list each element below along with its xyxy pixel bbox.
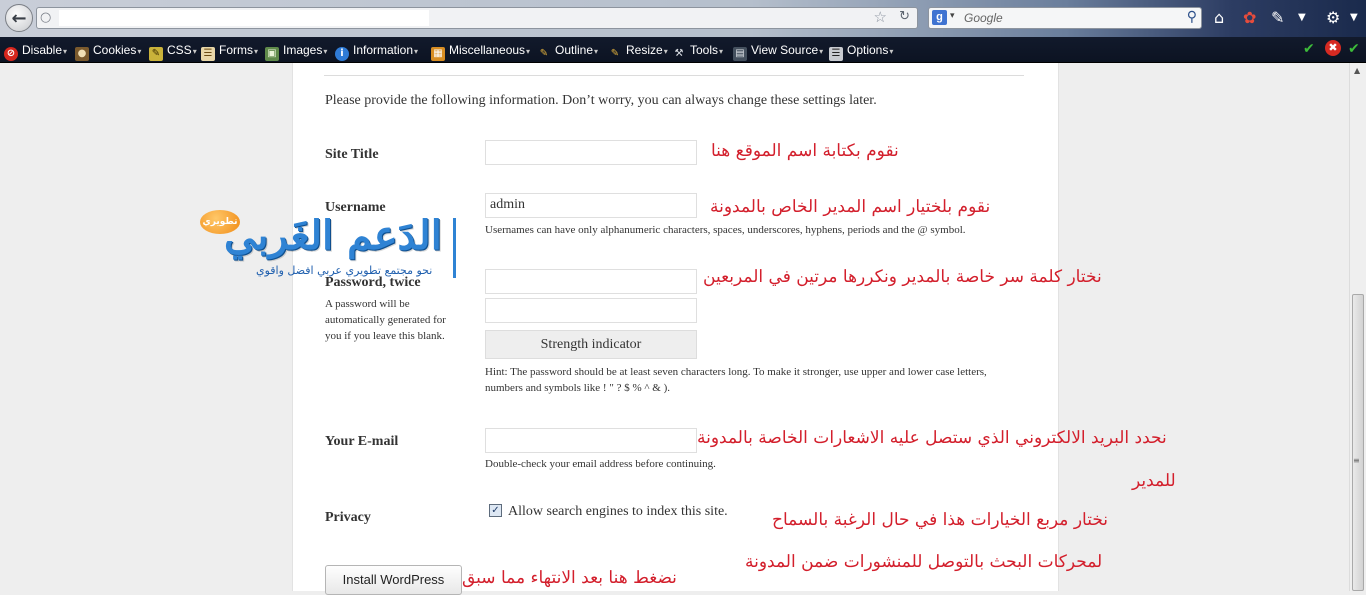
- annotation-install: نضغط هنا بعد الانتهاء مما سبق: [462, 568, 677, 588]
- scroll-up-icon[interactable]: ▲: [1354, 66, 1360, 75]
- toolbar-item-label: Information: [353, 43, 414, 57]
- email-input[interactable]: [485, 428, 697, 453]
- cookies-icon: ●: [75, 47, 89, 61]
- site-title-input[interactable]: [485, 140, 697, 165]
- toolbar-item-disable[interactable]: ⊘ Disable▾: [4, 42, 67, 61]
- toolbar-item-label: View Source: [751, 43, 819, 57]
- valid-icon[interactable]: ✔: [1348, 41, 1360, 57]
- reload-icon[interactable]: ↻: [899, 9, 910, 24]
- annotation-privacy: نختار مربع الخيارات هذا في حال الرغبة با…: [772, 510, 1109, 530]
- toolbar-item-information[interactable]: i Information▾: [335, 42, 418, 61]
- toolbar-item-label: CSS: [167, 43, 192, 57]
- view-source-icon: ▤: [733, 47, 747, 61]
- toolbar-item-resize[interactable]: ✎ Resize▾: [608, 42, 668, 59]
- intro-text: Please provide the following information…: [325, 93, 877, 108]
- search-bar[interactable]: g ▾ Google ⚲: [928, 7, 1202, 29]
- no-entry-icon: ⊘: [4, 47, 18, 61]
- css-icon: ✎: [149, 47, 163, 61]
- browser-navigation-bar: ← ○ ☆ ↻ g ▾ Google ⚲ ⌂ ✿ ✎ ▼ ⚙ ▼: [0, 0, 1366, 37]
- toolbar-item-label: Outline: [555, 43, 594, 57]
- toolbar-item-forms[interactable]: ☰ Forms▾: [201, 42, 258, 61]
- privacy-checkbox-label[interactable]: Allow search engines to index this site.: [508, 504, 728, 520]
- information-icon: i: [335, 47, 349, 61]
- outline-icon: ✎: [539, 48, 549, 59]
- toolbar-item-tools[interactable]: ⚒ Tools▾: [672, 42, 724, 59]
- logo-tagline: نحو مجتمع تطويري عربي افضل واقوي: [256, 264, 433, 277]
- toolbar-item-label: Images: [283, 43, 323, 57]
- addon-icon[interactable]: ✿: [1243, 8, 1256, 27]
- extension-dropdown-icon[interactable]: ▼: [1350, 12, 1358, 23]
- toolbar-item-options[interactable]: ☰ Options▾: [829, 42, 893, 61]
- toolbar-item-label: Options: [847, 43, 889, 57]
- toolbar-item-label: Resize: [626, 43, 663, 57]
- annotation-password: نختار كلمة سر خاصة بالمدير ونكررها مرتين…: [703, 267, 1102, 287]
- password-hint: Hint: The password should be at least se…: [485, 366, 987, 394]
- search-placeholder[interactable]: Google: [964, 11, 1003, 25]
- site-title-label: Site Title: [325, 147, 379, 162]
- annotation-privacy-2: لمحركات البحث بالتوصل للمنشورات ضمن المد…: [745, 552, 1103, 572]
- globe-icon: ○: [40, 10, 52, 25]
- toolbar-item-label: Disable: [22, 43, 63, 57]
- toolbar-item-label: Cookies: [93, 43, 137, 57]
- site-logo: تطويري الدَعم الغَربي نحو مجتمع تطويري ع…: [198, 210, 458, 282]
- check-icon[interactable]: ✔: [1303, 41, 1315, 57]
- logo-bar: [453, 218, 456, 278]
- options-icon: ☰: [829, 47, 843, 61]
- address-text[interactable]: [59, 10, 429, 26]
- divider: [324, 75, 1024, 76]
- bookmark-star-icon[interactable]: ☆: [874, 8, 887, 26]
- privacy-label: Privacy: [325, 510, 371, 525]
- toolbar-item-images[interactable]: ▣ Images▾: [265, 42, 327, 61]
- miscellaneous-icon: ▦: [431, 47, 445, 61]
- password-note: A password will be automatically generat…: [325, 298, 446, 342]
- toolbar-item-miscellaneous[interactable]: ▦ Miscellaneous▾: [431, 42, 530, 61]
- images-icon: ▣: [265, 47, 279, 61]
- strength-indicator: Strength indicator: [485, 330, 697, 359]
- toolbar-item-label: Miscellaneous: [449, 43, 526, 57]
- annotation-site-title: نقوم بكتابة اسم الموقع هنا: [711, 141, 899, 161]
- toolbar-item-view-source[interactable]: ▤ View Source▾: [733, 42, 823, 61]
- toolbar-item-outline[interactable]: ✎ Outline▾: [537, 42, 598, 59]
- address-bar[interactable]: ○ ☆ ↻: [36, 7, 918, 29]
- password-confirm-input[interactable]: [485, 298, 697, 323]
- toolbar-item-label: Tools: [690, 43, 719, 57]
- page-background: Please provide the following information…: [0, 63, 1349, 595]
- forms-icon: ☰: [201, 47, 215, 61]
- scrollbar-grip: ≡: [1353, 456, 1360, 465]
- web-developer-toolbar: ⊘ Disable▾ ● Cookies▾ ✎ CSS▾ ☰ Forms▾ ▣ Image…: [0, 37, 1366, 63]
- privacy-checkbox[interactable]: ✓: [489, 504, 502, 517]
- password-input[interactable]: [485, 269, 697, 294]
- toolbar-item-css[interactable]: ✎ CSS▾: [149, 42, 197, 61]
- home-icon[interactable]: ⌂: [1214, 8, 1224, 27]
- toolbar-item-label: Forms: [219, 43, 253, 57]
- extension-icon[interactable]: ⚙: [1326, 8, 1340, 27]
- toolbar-item-cookies[interactable]: ● Cookies▾: [75, 42, 141, 61]
- back-arrow-icon[interactable]: ←: [5, 4, 33, 32]
- username-hint: Usernames can have only alphanumeric cha…: [485, 224, 966, 236]
- resize-icon: ✎: [610, 48, 620, 59]
- logo-title: الدَعم الغَربي: [224, 212, 443, 259]
- email-hint: Double-check your email address before c…: [485, 458, 716, 470]
- scrollbar-thumb[interactable]: [1352, 294, 1364, 591]
- email-label: Your E-mail: [325, 434, 399, 449]
- annotation-email: نحدد البريد الالكتروني الذي ستصل عليه ال…: [697, 428, 1167, 448]
- menu-dropdown-icon[interactable]: ▼: [1298, 12, 1306, 23]
- google-icon[interactable]: g: [932, 10, 947, 25]
- pen-tool-icon[interactable]: ✎: [1271, 8, 1284, 27]
- tools-icon: ⚒: [674, 48, 684, 59]
- magnifier-icon[interactable]: ⚲: [1187, 9, 1197, 25]
- error-icon[interactable]: ✖: [1325, 40, 1341, 56]
- search-engine-dropdown-icon[interactable]: ▾: [950, 11, 955, 21]
- username-input[interactable]: admin: [485, 193, 697, 218]
- vertical-scrollbar[interactable]: ▲ ≡: [1349, 63, 1366, 591]
- annotation-email-2: للمدير: [1132, 471, 1176, 491]
- annotation-username: نقوم بلختيار اسم المدير الخاص بالمدونة: [710, 197, 991, 217]
